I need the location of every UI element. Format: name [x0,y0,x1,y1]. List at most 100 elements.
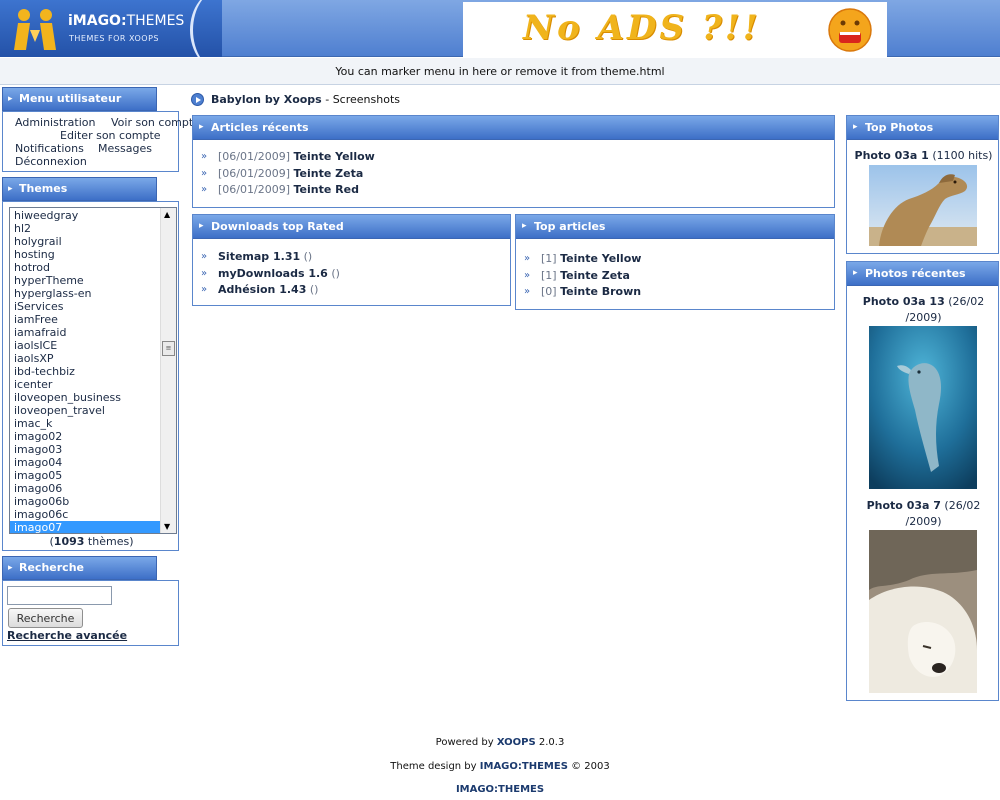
theme-list-item[interactable]: hotrod [10,261,160,274]
theme-list-item[interactable]: hyperglass-en [10,287,160,300]
photo-caption: Photo 03a 7 (26/02/2009) [866,499,981,528]
list-item: [06/01/2009] Teinte Yellow [201,149,375,166]
theme-list-item[interactable]: imago05 [10,469,160,482]
breadcrumb-site[interactable]: Babylon by Xoops [211,93,322,106]
search-block: Recherche Recherche avancée [2,580,179,646]
scroll-thumb[interactable]: ≡ [162,341,175,356]
list-item: [1] Teinte Yellow [524,251,641,268]
theme-list-item[interactable]: imago04 [10,456,160,469]
menu-item-voir-son-compte[interactable]: Voir son compte [111,116,200,129]
logo-title: iMAGO:THEMES [68,13,185,29]
theme-list-item[interactable]: iamafraid [10,326,160,339]
theme-list-item[interactable]: holygrail [10,235,160,248]
breadcrumb-page: Screenshots [332,93,400,106]
top-photos-block: Top Photos Photo 03a 1 (1100 hits) [846,115,999,254]
article-link[interactable]: Teinte Red [293,183,358,196]
theme-list-scrollbar[interactable]: ▲ ≡ ▼ [160,208,176,533]
footer-credit: IMAGO:THEMES [0,784,1000,795]
downloads-title: Downloads top Rated [193,215,510,239]
downloads-list: Sitemap 1.31 () myDownloads 1.6 () Adhés… [201,249,340,299]
theme-list-item[interactable]: ibd-techbiz [10,365,160,378]
list-item: [1] Teinte Zeta [524,268,641,285]
site-header: iMAGO:THEMES THEMES FOR XOOPS No ADS ?!! [0,0,1000,57]
theme-list-item[interactable]: iloveopen_business [10,391,160,404]
top-photos-title: Top Photos [847,116,998,140]
theme-list-item[interactable]: imago06 [10,482,160,495]
theme-list-item[interactable]: imago07 [10,521,160,533]
photo-link[interactable]: Photo 03a 1 [855,149,929,162]
theme-list-item[interactable]: iamFree [10,313,160,326]
themes-block: hiweedgray hl2 holygrail hosting hotrod hyper… [2,201,179,551]
download-link[interactable]: Sitemap 1.31 [218,250,300,263]
menu-item-notifications[interactable]: Notifications [15,142,84,155]
advanced-search-link[interactable]: Recherche avancée [7,629,127,642]
theme-list-item[interactable]: imago06b [10,495,160,508]
ad-text: No ADS ?!! [523,8,761,48]
theme-list-item[interactable]: iaolsXP [10,352,160,365]
article-link[interactable]: Teinte Brown [560,285,641,298]
article-link[interactable]: Teinte Zeta [293,167,363,180]
logo-swoosh [190,0,222,57]
article-link[interactable]: Teinte Yellow [560,252,641,265]
list-item: [06/01/2009] Teinte Zeta [201,166,375,183]
site-logo[interactable]: iMAGO:THEMES THEMES FOR XOOPS [0,0,222,57]
menu-item-deconnexion[interactable]: Déconnexion [15,155,87,168]
search-button[interactable]: Recherche [8,608,83,628]
top-articles-list: [1] Teinte Yellow [1] Teinte Zeta [0] Te… [524,251,641,301]
imago-link[interactable]: IMAGO:THEMES [480,761,568,772]
download-link[interactable]: Adhésion 1.43 [218,283,306,296]
breadcrumb: Babylon by Xoops - Screenshots [211,93,400,106]
theme-list-item[interactable]: iaolsICE [10,339,160,352]
polar-bear-photo-icon[interactable] [869,530,977,693]
theme-list-item[interactable]: icenter [10,378,160,391]
xoops-link[interactable]: XOOPS [497,737,536,748]
imago-credit-link[interactable]: IMAGO:THEMES [456,784,544,795]
photo-caption: Photo 03a 13 (26/02/2009) [862,295,985,324]
shocked-face-icon [828,8,872,52]
download-link[interactable]: myDownloads 1.6 [218,267,328,280]
search-title: Recherche [2,556,157,580]
theme-list-item[interactable]: iServices [10,300,160,313]
theme-list-item[interactable]: iloveopen_travel [10,404,160,417]
top-articles-title: Top articles [516,215,834,239]
top-articles-block: Top articles [1] Teinte Yellow [1] Teint… [515,214,835,310]
theme-list-item[interactable]: imago06c [10,508,160,521]
footer-powered: Powered by XOOPS 2.0.3 [435,737,565,748]
theme-list-item[interactable]: hiweedgray [10,209,160,222]
menu-item-editer-son-compte[interactable]: Editer son compte [60,129,161,142]
list-item: myDownloads 1.6 () [201,266,340,283]
dolphin-photo-icon[interactable] [869,326,977,489]
ad-banner[interactable]: No ADS ?!! [463,2,887,57]
theme-list-item[interactable]: imac_k [10,417,160,430]
article-link[interactable]: Teinte Zeta [560,269,630,282]
user-menu-block: Administration Voir son compte Editer so… [2,111,200,172]
menu-item-messages[interactable]: Messages [98,142,152,155]
theme-list-item[interactable]: imago02 [10,430,160,443]
article-link[interactable]: Teinte Yellow [293,150,374,163]
search-input[interactable] [7,586,112,605]
photo-link[interactable]: Photo 03a 7 [867,499,941,512]
scroll-up-icon[interactable]: ▲ [164,210,170,219]
photo-link[interactable]: Photo 03a 13 [863,295,945,308]
imago-logo-icon [14,9,56,50]
camel-photo-icon[interactable] [869,165,977,246]
list-item: [0] Teinte Brown [524,284,641,301]
menu-item-label: Voir son compte [111,116,200,129]
themes-title: Themes [2,177,157,201]
theme-select-list[interactable]: hiweedgray hl2 holygrail hosting hotrod hyper… [9,207,177,534]
recent-articles-title: Articles récents [193,116,834,140]
theme-list-item[interactable]: hosting [10,248,160,261]
theme-list-item[interactable]: hyperTheme [10,274,160,287]
list-item: Adhésion 1.43 () [201,282,340,299]
recent-photos-block: Photos récentes Photo 03a 13 (26/02/2009… [846,261,999,701]
theme-items: hiweedgray hl2 holygrail hosting hotrod hyper… [10,208,160,533]
menu-item-administration[interactable]: Administration [15,116,96,129]
theme-count: (1093 thèmes) [49,535,134,548]
theme-list-item[interactable]: hl2 [10,222,160,235]
scroll-down-icon[interactable]: ▼ [164,522,170,531]
theme-list-item[interactable]: imago03 [10,443,160,456]
photo-caption: Photo 03a 1 (1100 hits) [854,149,993,162]
recent-photos-title: Photos récentes [847,262,998,286]
recent-articles-block: Articles récents [06/01/2009] Teinte Yel… [192,115,835,208]
recent-articles-list: [06/01/2009] Teinte Yellow [06/01/2009] … [201,149,375,199]
